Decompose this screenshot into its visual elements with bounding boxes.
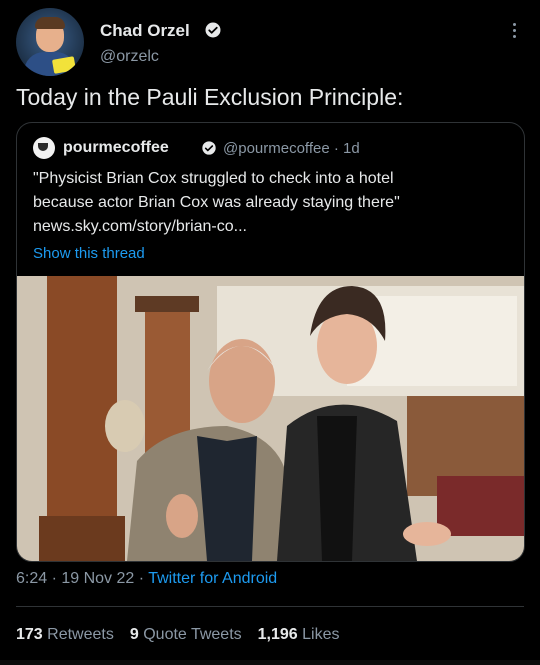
quoted-text: "Physicist Brian Cox struggled to check …	[33, 167, 503, 239]
quoted-author-name[interactable]: pourmecoffee	[63, 139, 169, 157]
retweets-stat[interactable]: 173 Retweets	[16, 626, 114, 644]
tweet-text: Today in the Pauli Exclusion Principle:	[16, 84, 404, 110]
retweets-count: 173	[16, 626, 43, 643]
quoted-age: · 1d	[333, 140, 360, 157]
tweet-header: Chad Orzel @orzelc	[16, 8, 524, 80]
meta-separator: ·	[134, 570, 149, 587]
quote-tweets-label: Quote Tweets	[143, 626, 242, 643]
more-options-icon[interactable]	[506, 18, 522, 42]
author-handle[interactable]: @orzelc	[100, 48, 159, 66]
stats-divider	[16, 606, 524, 607]
avatar-hair	[35, 17, 65, 29]
quoted-photo[interactable]	[17, 276, 524, 561]
quote-tweets-count: 9	[129, 626, 139, 643]
author-name[interactable]: Chad Orzel	[100, 21, 190, 41]
quoted-tweet[interactable]: pourmecoffee @pourmecoffee · 1d "Physici…	[16, 122, 525, 562]
quoted-text-line: because actor Brian Cox was already stay…	[33, 194, 400, 211]
quoted-avatar[interactable]	[33, 137, 55, 159]
quote-tweets-stat[interactable]: 9 Quote Tweets	[130, 626, 242, 644]
quoted-text-line: "Physicist Brian Cox struggled to check …	[33, 170, 394, 187]
verified-badge-icon	[205, 22, 221, 38]
tweet-date[interactable]: 19 Nov 22	[61, 570, 134, 587]
bottom-divider	[0, 660, 540, 665]
quoted-link[interactable]: news.sky.com/story/brian-co...	[33, 215, 503, 239]
meta-separator: ·	[47, 570, 62, 587]
tweet-time[interactable]: 6:24	[16, 570, 47, 587]
quoted-handle-age[interactable]: @pourmecoffee · 1d	[223, 140, 360, 157]
likes-stat[interactable]: 1,196 Likes	[258, 626, 340, 644]
likes-count: 1,196	[257, 626, 298, 643]
likes-label: Likes	[302, 626, 340, 643]
retweets-label: Retweets	[47, 626, 114, 643]
quoted-verified-badge-icon	[202, 141, 216, 155]
tweet-stats: 173 Retweets 9 Quote Tweets 1,196 Likes	[16, 626, 340, 644]
photo-illustration	[17, 276, 524, 561]
quoted-handle: @pourmecoffee	[223, 140, 330, 157]
tweet-source[interactable]: Twitter for Android	[148, 570, 277, 587]
tweet-meta: 6:24 · 19 Nov 22 · Twitter for Android	[16, 570, 277, 588]
show-thread-link[interactable]: Show this thread	[33, 245, 145, 262]
author-avatar[interactable]	[16, 8, 84, 76]
